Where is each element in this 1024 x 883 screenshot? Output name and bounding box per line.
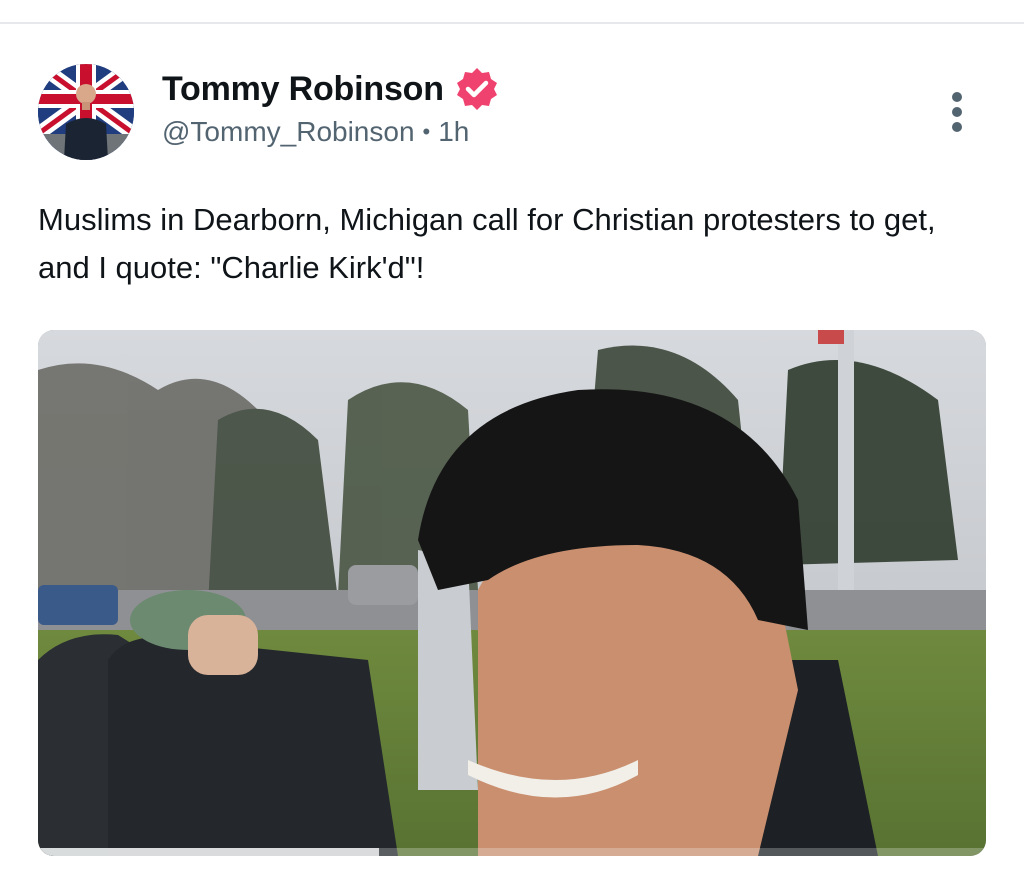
post-video[interactable] bbox=[38, 330, 986, 856]
meta-separator: • bbox=[422, 119, 431, 144]
more-vertical-icon[interactable] bbox=[940, 86, 974, 138]
more-dot bbox=[952, 92, 962, 102]
video-progress-track[interactable] bbox=[38, 848, 986, 856]
video-frame bbox=[38, 330, 986, 856]
author-handle[interactable]: @Tommy_Robinson bbox=[162, 116, 415, 148]
author-avatar[interactable] bbox=[38, 64, 134, 160]
post-meta: @Tommy_Robinson • 1h bbox=[162, 116, 469, 148]
verified-badge-icon bbox=[454, 66, 500, 112]
post-timestamp[interactable]: 1h bbox=[438, 116, 469, 148]
post-text: Muslims in Dearborn, Michigan call for C… bbox=[38, 202, 936, 285]
post-card[interactable]: Tommy Robinson @Tommy_Robinson • 1h Musl… bbox=[0, 24, 1024, 883]
avatar-image bbox=[38, 64, 134, 160]
author-name-row: Tommy Robinson bbox=[162, 68, 500, 110]
more-dot bbox=[952, 122, 962, 132]
video-progress-fill bbox=[38, 848, 380, 856]
more-dot bbox=[952, 107, 962, 117]
author-display-name[interactable]: Tommy Robinson bbox=[162, 70, 444, 109]
